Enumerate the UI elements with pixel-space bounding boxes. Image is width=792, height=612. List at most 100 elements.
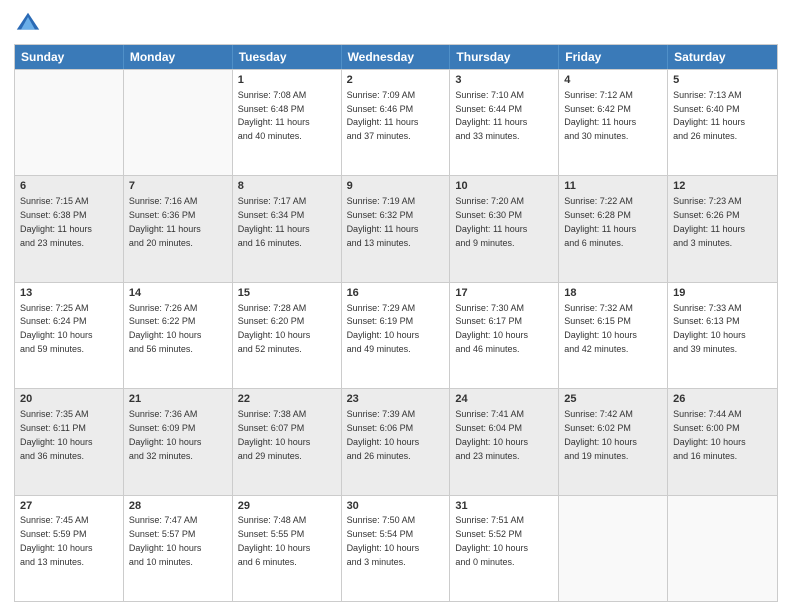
day-number: 7 (129, 179, 227, 194)
cell-info: Sunrise: 7:41 AMSunset: 6:04 PMDaylight:… (455, 409, 528, 460)
cell-info: Sunrise: 7:15 AMSunset: 6:38 PMDaylight:… (20, 196, 92, 247)
day-number: 11 (564, 179, 662, 194)
cell-info: Sunrise: 7:16 AMSunset: 6:36 PMDaylight:… (129, 196, 201, 247)
cell-info: Sunrise: 7:12 AMSunset: 6:42 PMDaylight:… (564, 90, 636, 141)
cell-info: Sunrise: 7:39 AMSunset: 6:06 PMDaylight:… (347, 409, 420, 460)
day-number: 20 (20, 392, 118, 407)
day-cell-14: 14Sunrise: 7:26 AMSunset: 6:22 PMDayligh… (124, 283, 233, 388)
cell-info: Sunrise: 7:28 AMSunset: 6:20 PMDaylight:… (238, 303, 311, 354)
day-header-thursday: Thursday (450, 45, 559, 69)
day-number: 12 (673, 179, 772, 194)
cell-info: Sunrise: 7:36 AMSunset: 6:09 PMDaylight:… (129, 409, 202, 460)
cell-info: Sunrise: 7:47 AMSunset: 5:57 PMDaylight:… (129, 515, 202, 566)
day-cell-21: 21 Sunrise: 7:36 AMSunset: 6:09 PMDayligh… (124, 389, 233, 494)
logo (14, 10, 46, 38)
day-cell-16: 16 Sunrise: 7:29 AMSunset: 6:19 PMDayligh… (342, 283, 451, 388)
cell-info: Sunrise: 7:09 AMSunset: 6:46 PMDaylight:… (347, 90, 419, 141)
calendar-week-4: 20 Sunrise: 7:35 AMSunset: 6:11 PMDayligh… (15, 388, 777, 494)
calendar-week-1: 1 Sunrise: 7:08 AMSunset: 6:48 PMDaylight… (15, 69, 777, 175)
day-number: 5 (673, 73, 772, 88)
cell-info: Sunrise: 7:19 AMSunset: 6:32 PMDaylight:… (347, 196, 419, 247)
day-number: 2 (347, 73, 445, 88)
calendar: SundayMondayTuesdayWednesdayThursdayFrid… (14, 44, 778, 602)
day-number: 15 (238, 286, 336, 301)
day-cell-31: 31Sunrise: 7:51 AMSunset: 5:52 PMDayligh… (450, 496, 559, 601)
day-number: 17 (455, 286, 553, 301)
day-cell-6: 6 Sunrise: 7:15 AMSunset: 6:38 PMDaylight… (15, 176, 124, 281)
day-number: 22 (238, 392, 336, 407)
day-cell-9: 9Sunrise: 7:19 AMSunset: 6:32 PMDaylight… (342, 176, 451, 281)
day-number: 4 (564, 73, 662, 88)
cell-info: Sunrise: 7:08 AMSunset: 6:48 PMDaylight:… (238, 90, 310, 141)
calendar-body: 1 Sunrise: 7:08 AMSunset: 6:48 PMDaylight… (15, 69, 777, 601)
day-number: 31 (455, 499, 553, 514)
empty-cell (559, 496, 668, 601)
cell-info: Sunrise: 7:44 AMSunset: 6:00 PMDaylight:… (673, 409, 746, 460)
cell-info: Sunrise: 7:29 AMSunset: 6:19 PMDaylight:… (347, 303, 420, 354)
day-number: 24 (455, 392, 553, 407)
day-number: 25 (564, 392, 662, 407)
day-cell-24: 24 Sunrise: 7:41 AMSunset: 6:04 PMDayligh… (450, 389, 559, 494)
day-cell-19: 19 Sunrise: 7:33 AMSunset: 6:13 PMDayligh… (668, 283, 777, 388)
day-cell-22: 22Sunrise: 7:38 AMSunset: 6:07 PMDayligh… (233, 389, 342, 494)
cell-info: Sunrise: 7:35 AMSunset: 6:11 PMDaylight:… (20, 409, 93, 460)
cell-info: Sunrise: 7:50 AMSunset: 5:54 PMDaylight:… (347, 515, 420, 566)
cell-info: Sunrise: 7:32 AMSunset: 6:15 PMDaylight:… (564, 303, 637, 354)
day-number: 28 (129, 499, 227, 514)
cell-info: Sunrise: 7:26 AMSunset: 6:22 PMDaylight:… (129, 303, 202, 354)
day-cell-7: 7 Sunrise: 7:16 AMSunset: 6:36 PMDaylight… (124, 176, 233, 281)
day-cell-2: 2 Sunrise: 7:09 AMSunset: 6:46 PMDaylight… (342, 70, 451, 175)
day-number: 26 (673, 392, 772, 407)
day-number: 16 (347, 286, 445, 301)
cell-info: Sunrise: 7:23 AMSunset: 6:26 PMDaylight:… (673, 196, 745, 247)
day-number: 27 (20, 499, 118, 514)
day-number: 18 (564, 286, 662, 301)
day-number: 29 (238, 499, 336, 514)
day-header-sunday: Sunday (15, 45, 124, 69)
day-cell-1: 1 Sunrise: 7:08 AMSunset: 6:48 PMDaylight… (233, 70, 342, 175)
day-cell-30: 30Sunrise: 7:50 AMSunset: 5:54 PMDayligh… (342, 496, 451, 601)
day-header-monday: Monday (124, 45, 233, 69)
day-number: 6 (20, 179, 118, 194)
cell-info: Sunrise: 7:33 AMSunset: 6:13 PMDaylight:… (673, 303, 746, 354)
day-header-friday: Friday (559, 45, 668, 69)
cell-info: Sunrise: 7:48 AMSunset: 5:55 PMDaylight:… (238, 515, 311, 566)
cell-info: Sunrise: 7:13 AMSunset: 6:40 PMDaylight:… (673, 90, 745, 141)
cell-info: Sunrise: 7:22 AMSunset: 6:28 PMDaylight:… (564, 196, 636, 247)
day-cell-15: 15 Sunrise: 7:28 AMSunset: 6:20 PMDayligh… (233, 283, 342, 388)
calendar-week-2: 6 Sunrise: 7:15 AMSunset: 6:38 PMDaylight… (15, 175, 777, 281)
day-cell-26: 26 Sunrise: 7:44 AMSunset: 6:00 PMDayligh… (668, 389, 777, 494)
header (14, 10, 778, 38)
cell-info: Sunrise: 7:42 AMSunset: 6:02 PMDaylight:… (564, 409, 637, 460)
day-header-saturday: Saturday (668, 45, 777, 69)
day-cell-8: 8 Sunrise: 7:17 AMSunset: 6:34 PMDaylight… (233, 176, 342, 281)
day-number: 10 (455, 179, 553, 194)
day-number: 1 (238, 73, 336, 88)
day-number: 30 (347, 499, 445, 514)
cell-info: Sunrise: 7:10 AMSunset: 6:44 PMDaylight:… (455, 90, 527, 141)
calendar-week-5: 27Sunrise: 7:45 AMSunset: 5:59 PMDayligh… (15, 495, 777, 601)
day-cell-4: 4 Sunrise: 7:12 AMSunset: 6:42 PMDaylight… (559, 70, 668, 175)
day-number: 8 (238, 179, 336, 194)
cell-info: Sunrise: 7:51 AMSunset: 5:52 PMDaylight:… (455, 515, 528, 566)
day-cell-12: 12 Sunrise: 7:23 AMSunset: 6:26 PMDayligh… (668, 176, 777, 281)
day-cell-29: 29Sunrise: 7:48 AMSunset: 5:55 PMDayligh… (233, 496, 342, 601)
day-cell-3: 3Sunrise: 7:10 AMSunset: 6:44 PMDaylight… (450, 70, 559, 175)
cell-info: Sunrise: 7:25 AMSunset: 6:24 PMDaylight:… (20, 303, 93, 354)
logo-icon (14, 10, 42, 38)
day-cell-5: 5 Sunrise: 7:13 AMSunset: 6:40 PMDaylight… (668, 70, 777, 175)
calendar-week-3: 13 Sunrise: 7:25 AMSunset: 6:24 PMDayligh… (15, 282, 777, 388)
day-cell-13: 13 Sunrise: 7:25 AMSunset: 6:24 PMDayligh… (15, 283, 124, 388)
day-cell-25: 25 Sunrise: 7:42 AMSunset: 6:02 PMDayligh… (559, 389, 668, 494)
cell-info: Sunrise: 7:17 AMSunset: 6:34 PMDaylight:… (238, 196, 310, 247)
day-number: 21 (129, 392, 227, 407)
day-number: 23 (347, 392, 445, 407)
cell-info: Sunrise: 7:20 AMSunset: 6:30 PMDaylight:… (455, 196, 527, 247)
day-cell-23: 23 Sunrise: 7:39 AMSunset: 6:06 PMDayligh… (342, 389, 451, 494)
cell-info: Sunrise: 7:30 AMSunset: 6:17 PMDaylight:… (455, 303, 528, 354)
day-number: 19 (673, 286, 772, 301)
day-number: 13 (20, 286, 118, 301)
day-cell-28: 28Sunrise: 7:47 AMSunset: 5:57 PMDayligh… (124, 496, 233, 601)
empty-cell (668, 496, 777, 601)
cell-info: Sunrise: 7:45 AMSunset: 5:59 PMDaylight:… (20, 515, 93, 566)
